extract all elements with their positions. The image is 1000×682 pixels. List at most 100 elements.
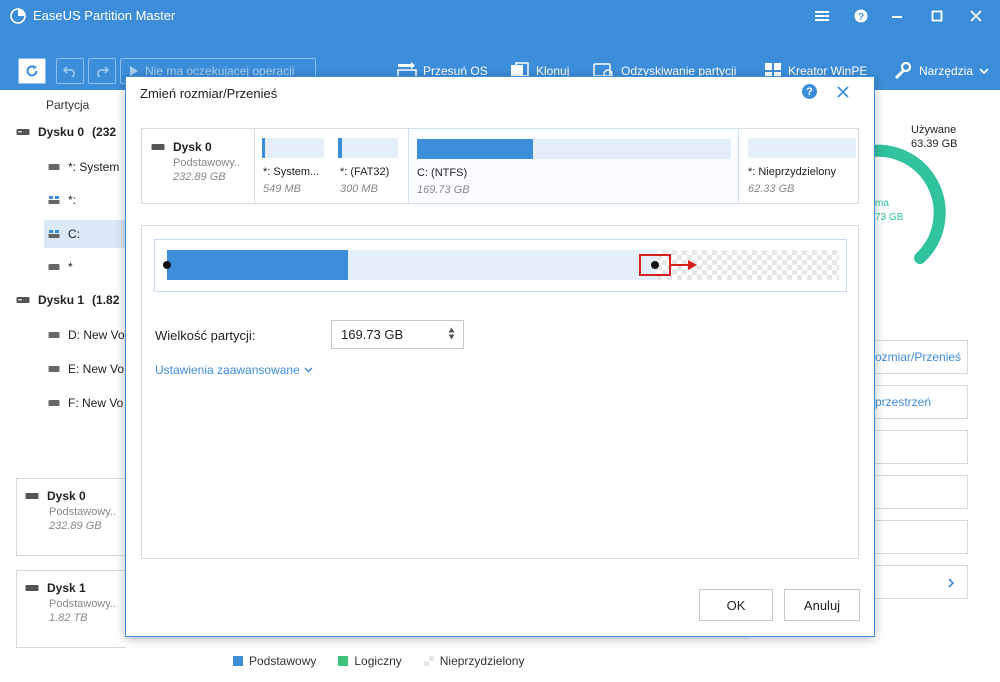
disk-map-partition-unallocated[interactable]: *: Nieprzydzielony 62.33 GB <box>740 129 858 203</box>
legend-item-primary: Podstawowy <box>233 654 316 668</box>
disk-map-partition-fat32[interactable]: *: (FAT32) 300 MB <box>332 129 408 203</box>
right-resize-handle[interactable] <box>651 261 659 269</box>
app-title: EaseUS Partition Master <box>33 8 176 23</box>
legend-item-logical: Logiczny <box>338 654 402 668</box>
partition-label: *: (FAT32) <box>340 166 390 178</box>
partition-label: C: <box>68 227 80 241</box>
disk-card-size: 232.89 GB <box>49 520 102 532</box>
tools-label: Narzędzia <box>919 64 974 78</box>
disk-1-row[interactable]: Dysku 1 (1.82 <box>16 290 119 310</box>
windows-partition-icon <box>48 230 60 238</box>
menu-icon[interactable] <box>802 0 842 32</box>
help-icon[interactable]: ? <box>841 0 881 32</box>
left-resize-handle[interactable] <box>163 261 171 269</box>
partition-usage-bar <box>417 139 731 159</box>
disk-map-partition-c[interactable]: C: (NTFS) 169.73 GB <box>408 128 739 204</box>
undo-button[interactable] <box>56 58 84 84</box>
gauge-value: 73 GB <box>875 212 904 223</box>
partition-drive-icon <box>48 366 60 372</box>
disk-card-name: Dysk 0 <box>47 489 86 503</box>
partition-slider[interactable] <box>154 239 847 292</box>
partition-label: E: New Vo <box>68 362 125 376</box>
resize-move-label: ozmiar/Przenieś <box>875 350 962 364</box>
svg-text:?: ? <box>858 12 864 23</box>
advanced-settings-label: Ustawienia zaawansowane <box>155 363 300 377</box>
partition-row-c[interactable]: C: <box>44 220 125 248</box>
disk-0-size-partial: (232 <box>92 125 117 139</box>
partition-label: *: Nieprzydzielony <box>748 166 837 178</box>
operation-button[interactable] <box>875 475 968 509</box>
disk-card-size: 1.82 TB <box>49 612 88 624</box>
tools-button[interactable]: Narzędzia <box>893 60 989 82</box>
advanced-settings-link[interactable]: Ustawienia zaawansowane <box>155 363 313 377</box>
partition-usage-bar <box>338 138 398 158</box>
partition-usage-fill <box>262 138 265 158</box>
chevron-down-icon <box>979 68 989 75</box>
hard-disk-icon <box>25 493 39 499</box>
cancel-button[interactable]: Anuluj <box>784 589 860 621</box>
legend-label: Nieprzydzielony <box>439 653 525 668</box>
maximize-icon[interactable] <box>917 0 957 32</box>
refresh-button[interactable] <box>18 58 46 84</box>
partition-list-panel: Partycja Dysku 0 (232 *: System *: C: * … <box>0 90 126 682</box>
partition-label: D: New Vo <box>68 328 125 342</box>
disk-map-disk-type: Podstawowy.. <box>173 157 241 169</box>
partition-label: *: <box>68 193 77 207</box>
disk-map: Dysk 0 Podstawowy.. 232.89 GB *: System.… <box>141 128 859 204</box>
partition-size-input[interactable]: 169.73 GB <box>331 320 464 349</box>
partition-row-d[interactable]: D: New Vo <box>44 321 125 349</box>
partition-row-f[interactable]: F: New Vo <box>44 389 125 417</box>
partition-size: 300 MB <box>340 183 378 195</box>
partition-size: 169.73 GB <box>417 184 470 196</box>
unallocated-bar <box>748 138 856 158</box>
chevron-right-icon <box>948 578 955 588</box>
partition-size: 62.33 GB <box>748 183 795 195</box>
legend-swatch <box>233 655 243 666</box>
partition-label: * <box>68 260 73 274</box>
disk-1-label: Dysku 1 <box>38 293 85 307</box>
partition-size-label: Wielkość partycji: <box>155 328 256 343</box>
operation-button[interactable] <box>875 520 968 554</box>
size-spinner[interactable] <box>448 327 455 340</box>
operation-button[interactable] <box>875 430 968 464</box>
title-bar: EaseUS Partition Master ? <box>0 0 1000 32</box>
allocate-space-button[interactable]: przestrzeń <box>875 385 968 419</box>
allocate-space-label: przestrzeń <box>875 395 932 409</box>
spin-up-icon <box>448 327 455 333</box>
partition-row-e[interactable]: E: New Vo <box>44 355 125 383</box>
disk-0-row[interactable]: Dysku 0 (232 <box>16 122 116 142</box>
partition-label: F: New Vo <box>68 396 124 410</box>
partition-label: *: System... <box>263 166 320 178</box>
legend-swatch <box>338 655 349 666</box>
more-operations-button[interactable] <box>875 565 968 599</box>
partition-row-unnamed[interactable]: *: <box>44 186 125 214</box>
partition-row-unallocated[interactable]: * <box>44 253 125 281</box>
partition-drive-icon <box>48 264 60 270</box>
minimize-icon[interactable] <box>877 0 917 32</box>
network-partition-icon <box>48 196 60 204</box>
redo-button[interactable] <box>88 58 116 84</box>
legend-item-unallocated: Nieprzydzielony <box>423 653 525 668</box>
partition-usage-fill <box>338 138 342 158</box>
disk-1-card[interactable]: Dysk 1 Podstawowy.. 1.82 TB <box>16 570 126 648</box>
dialog-title: Zmień rozmiar/Przenieś <box>140 86 278 101</box>
close-icon[interactable] <box>956 0 996 32</box>
partition-usage-bar <box>262 138 324 158</box>
partition-usage-fill <box>417 139 533 159</box>
dialog-help-icon[interactable]: ? <box>802 84 817 99</box>
used-label: Używane <box>911 124 957 136</box>
spin-down-icon <box>448 334 455 340</box>
disk-0-card[interactable]: Dysk 0 Podstawowy.. 232.89 GB <box>16 478 126 556</box>
dialog-close-icon[interactable] <box>833 82 853 102</box>
disk-map-partition-system[interactable]: *: System... 549 MB <box>256 129 332 203</box>
legend-swatch <box>423 655 434 666</box>
partition-row-system[interactable]: *: System <box>44 153 125 181</box>
resize-move-button[interactable]: ozmiar/Przenieś <box>875 340 968 374</box>
partition-drive-icon <box>48 332 60 338</box>
partition-used-fill <box>167 250 348 280</box>
ok-button[interactable]: OK <box>699 589 773 621</box>
drag-right-arrow-icon <box>670 260 697 270</box>
disk-card-type: Podstawowy.. <box>49 506 117 518</box>
partition-size-value: 169.73 GB <box>341 327 404 342</box>
chevron-down-icon <box>304 367 313 373</box>
